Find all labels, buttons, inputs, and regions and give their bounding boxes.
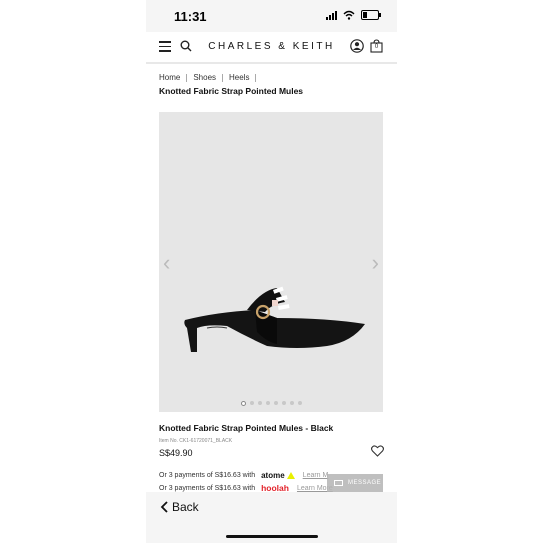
- product-image[interactable]: [177, 282, 367, 362]
- gallery-dot[interactable]: [289, 401, 294, 405]
- browser-bottom-bar: Back: [146, 492, 397, 543]
- message-label: MESSAGE: [348, 480, 382, 486]
- back-label: Back: [172, 500, 199, 514]
- breadcrumb: Home Shoes Heels: [159, 73, 262, 82]
- breadcrumb-home[interactable]: Home: [159, 73, 180, 82]
- payment-option-atome: Or 3 payments of S$16.63 with atome Lear…: [159, 471, 328, 480]
- gallery-dot[interactable]: [281, 401, 286, 405]
- bag-icon[interactable]: 0: [370, 39, 383, 53]
- back-button[interactable]: Back: [160, 500, 199, 514]
- product-price: S$49.90: [159, 448, 193, 458]
- product-gallery[interactable]: ‹ ›: [159, 112, 383, 412]
- gallery-dot[interactable]: [265, 401, 270, 405]
- site-header: CHARLES & KEITH 0: [146, 32, 397, 64]
- payment-text: Or 3 payments of S$16.63 with: [159, 484, 256, 492]
- learn-more-link[interactable]: Learn M: [303, 472, 329, 479]
- gallery-dot[interactable]: [240, 401, 246, 406]
- gallery-dot[interactable]: [257, 401, 262, 405]
- breadcrumb-separator: [186, 73, 188, 82]
- battery-icon: [361, 10, 381, 20]
- product-name: Knotted Fabric Strap Pointed Mules - Bla…: [159, 423, 334, 433]
- chevron-left-icon[interactable]: ‹: [163, 252, 170, 274]
- gallery-dot[interactable]: [297, 401, 302, 405]
- item-number: Item No. CK1-61720071_BLACK: [159, 438, 233, 444]
- status-icons: [326, 10, 381, 20]
- atome-triangle-icon: [286, 472, 295, 479]
- home-indicator: [226, 535, 318, 538]
- status-time: 11:31: [174, 9, 207, 24]
- gallery-dots: [159, 401, 383, 406]
- back-chevron-icon: [160, 501, 168, 513]
- breadcrumb-separator: [222, 73, 224, 82]
- breadcrumb-separator: [255, 73, 257, 82]
- wifi-icon: [343, 10, 355, 20]
- heart-icon[interactable]: [371, 445, 384, 457]
- breadcrumb-heels[interactable]: Heels: [229, 73, 249, 82]
- cart-count: 0: [374, 44, 379, 50]
- atome-logo: atome: [261, 471, 295, 480]
- mail-icon: [334, 480, 343, 486]
- gallery-dot[interactable]: [273, 401, 278, 405]
- status-bar: 11:31: [146, 0, 397, 32]
- breadcrumb-shoes[interactable]: Shoes: [193, 73, 216, 82]
- signal-icon: [326, 10, 337, 20]
- message-button[interactable]: MESSAGE: [327, 474, 383, 492]
- user-icon[interactable]: [350, 39, 364, 53]
- payment-text: Or 3 payments of S$16.63 with: [159, 472, 256, 479]
- page-title: Knotted Fabric Strap Pointed Mules: [159, 86, 304, 96]
- gallery-dot[interactable]: [249, 401, 254, 405]
- phone-screen: 11:31 CHARLES & KEITH 0 Home Shoes Heels…: [146, 0, 397, 543]
- chevron-right-icon[interactable]: ›: [372, 252, 379, 274]
